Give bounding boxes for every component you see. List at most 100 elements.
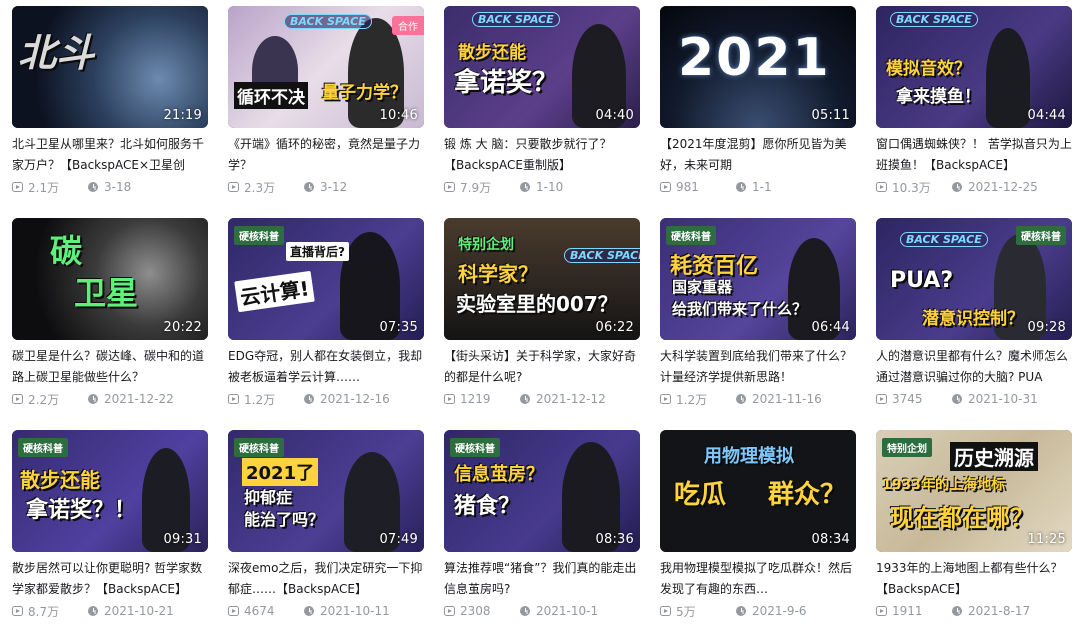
thumbnail-caption: 现在都在哪？ bbox=[890, 504, 1034, 532]
video-stats: 1.2万 2021-11-16 bbox=[660, 390, 856, 408]
upload-date: 3-12 bbox=[320, 180, 348, 194]
channel-logo: BACK SPACE bbox=[284, 14, 372, 29]
view-count: 2.2万 bbox=[28, 392, 60, 407]
video-title[interactable]: 碳卫星是什么？碳达峰、碳中和的道路上碳卫星能做些什么？ bbox=[12, 346, 208, 388]
thumbnail-caption: 拿来摸鱼！ bbox=[896, 87, 981, 107]
video-title[interactable]: 1933年的上海地图上都有些什么？【BackspACE】 bbox=[876, 558, 1072, 600]
play-count-icon bbox=[444, 182, 455, 192]
video-duration: 10:46 bbox=[379, 108, 418, 123]
video-stats: 10.3万 2021-12-25 bbox=[876, 178, 1072, 196]
clock-icon bbox=[88, 182, 98, 192]
video-title[interactable]: 大科学装置到底给我们带来了什么？计量经济学提供新思路！ bbox=[660, 346, 856, 388]
video-card[interactable]: BACK SPACE 合作 循环不决 量子力学？ 10:46 《开端》循环的秘密… bbox=[228, 6, 424, 196]
video-title[interactable]: 锻 炼 大 脑：只要散步就行了？【BackspACE重制版】 bbox=[444, 134, 640, 176]
video-title[interactable]: 我用物理模型模拟了吃瓜群众！然后发现了有趣的东西… bbox=[660, 558, 856, 600]
video-card[interactable]: BACK SPACE 模拟音效？ 拿来摸鱼！ 04:44 窗口偶遇蜘蛛侠？！ 苦… bbox=[876, 6, 1072, 196]
video-card[interactable]: 硬核科普 散步还能 拿诺奖？！ 09:31 散步居然可以让你更聪明? 哲学家数学… bbox=[12, 430, 208, 620]
video-duration: 08:36 bbox=[595, 532, 634, 547]
video-title[interactable]: 【2021年度混剪】愿你所见皆为美好，未来可期 bbox=[660, 134, 856, 176]
video-title[interactable]: 【街头采访】关于科学家，大家好奇的都是什么呢? bbox=[444, 346, 640, 388]
video-title[interactable]: EDG夺冠，别人都在女装倒立，我却被老板逼着学云计算…… bbox=[228, 346, 424, 388]
video-thumbnail[interactable]: 硬核科普 耗资百亿 国家重器 给我们带来了什么？ 06:44 bbox=[660, 218, 856, 340]
category-tag: 硬核科普 bbox=[450, 438, 500, 457]
video-stats: 1911 2021-8-17 bbox=[876, 602, 1072, 620]
upload-date: 2021-10-11 bbox=[320, 604, 390, 618]
thumbnail-caption: 潜意识控制？ bbox=[922, 309, 1024, 329]
video-card[interactable]: 碳 卫星 20:22 碳卫星是什么？碳达峰、碳中和的道路上碳卫星能做些什么？ 2… bbox=[12, 218, 208, 408]
video-duration: 05:11 bbox=[811, 108, 850, 123]
play-count-icon bbox=[228, 182, 239, 192]
thumbnail-caption: 实验室里的007？ bbox=[456, 292, 618, 316]
video-stats: 1219 2021-12-12 bbox=[444, 390, 640, 408]
video-card[interactable]: 2021 05:11 【2021年度混剪】愿你所见皆为美好，未来可期 981 1… bbox=[660, 6, 856, 196]
clock-icon bbox=[304, 394, 314, 404]
video-stats: 981 1-1 bbox=[660, 178, 856, 196]
video-card[interactable]: 用物理模拟 吃瓜 群众？ 08:34 我用物理模型模拟了吃瓜群众！然后发现了有趣… bbox=[660, 430, 856, 620]
thumbnail-caption: 国家重器 bbox=[672, 278, 733, 296]
clock-icon bbox=[520, 606, 530, 616]
clock-icon bbox=[736, 606, 746, 616]
video-title[interactable]: 深夜emo之后，我们决定研究一下抑郁症……【BackspACE】 bbox=[228, 558, 424, 600]
thumbnail-caption: 2021了 bbox=[242, 458, 319, 486]
video-card[interactable]: 硬核科普 直播背后? 云计算! 07:35 EDG夺冠，别人都在女装倒立，我却被… bbox=[228, 218, 424, 408]
category-tag: 硬核科普 bbox=[234, 438, 284, 457]
video-thumbnail[interactable]: BACK SPACE 模拟音效？ 拿来摸鱼！ 04:44 bbox=[876, 6, 1072, 128]
video-title[interactable]: 窗口偶遇蜘蛛侠？！ 苦学拟音只为上班摸鱼！【BackspACE】 bbox=[876, 134, 1072, 176]
play-count-icon bbox=[12, 394, 23, 404]
video-card[interactable]: BACK SPACE 散步还能 拿诺奖？ 04:40 锻 炼 大 脑：只要散步就… bbox=[444, 6, 640, 196]
clock-icon bbox=[736, 182, 746, 192]
thumbnail-caption: 1933年的上海地标 bbox=[882, 477, 1005, 493]
clock-icon bbox=[88, 394, 98, 404]
collab-badge: 合作 bbox=[392, 16, 424, 35]
video-title[interactable]: 算法推荐喂“猪食”？我们真的能走出信息茧房吗? bbox=[444, 558, 640, 600]
video-thumbnail[interactable]: BACK SPACE 散步还能 拿诺奖？ 04:40 bbox=[444, 6, 640, 128]
video-thumbnail[interactable]: 特别企划 历史溯源 1933年的上海地标 现在都在哪？ 11:25 bbox=[876, 430, 1072, 552]
thumbnail-caption: 猪食？ bbox=[454, 494, 521, 519]
view-count: 1.2万 bbox=[676, 392, 708, 407]
video-duration: 06:44 bbox=[811, 320, 850, 335]
video-thumbnail[interactable]: 硬核科普 直播背后? 云计算! 07:35 bbox=[228, 218, 424, 340]
video-thumbnail[interactable]: 用物理模拟 吃瓜 群众？ 08:34 bbox=[660, 430, 856, 552]
view-count: 3745 bbox=[892, 392, 923, 406]
video-card[interactable]: 硬核科普 信息茧房？ 猪食？ 08:36 算法推荐喂“猪食”？我们真的能走出信息… bbox=[444, 430, 640, 620]
video-thumbnail[interactable]: BACK SPACE 硬核科普 PUA? 潜意识控制？ 09:28 bbox=[876, 218, 1072, 340]
video-card[interactable]: 硬核科普 2021了 抑郁症 能治了吗？ 07:49 深夜emo之后，我们决定研… bbox=[228, 430, 424, 620]
play-count-icon bbox=[228, 394, 239, 404]
video-card[interactable]: 硬核科普 耗资百亿 国家重器 给我们带来了什么？ 06:44 大科学装置到底给我… bbox=[660, 218, 856, 408]
video-duration: 08:34 bbox=[811, 532, 850, 547]
video-stats: 5万 2021-9-6 bbox=[660, 602, 856, 620]
upload-date: 3-18 bbox=[104, 180, 132, 194]
video-thumbnail[interactable]: 2021 05:11 bbox=[660, 6, 856, 128]
video-duration: 09:28 bbox=[1027, 320, 1066, 335]
video-thumbnail[interactable]: 硬核科普 散步还能 拿诺奖？！ 09:31 bbox=[12, 430, 208, 552]
category-tag: 硬核科普 bbox=[18, 438, 68, 457]
view-count: 5万 bbox=[676, 604, 696, 619]
video-thumbnail[interactable]: BACK SPACE 特别企划 科学家？ 实验室里的007？ 06:22 bbox=[444, 218, 640, 340]
thumbnail-caption: 2021 bbox=[678, 28, 831, 88]
video-title[interactable]: 北斗卫星从哪里来？北斗如何服务千家万户？【BackspACE×卫星创 bbox=[12, 134, 208, 176]
video-title[interactable]: 散步居然可以让你更聪明? 哲学家数学家都爱散步？【BackspACE】 bbox=[12, 558, 208, 600]
thumbnail-caption: 拿诺奖？！ bbox=[26, 498, 137, 523]
video-card[interactable]: 特别企划 历史溯源 1933年的上海地标 现在都在哪？ 11:25 1933年的… bbox=[876, 430, 1072, 620]
video-card[interactable]: BACK SPACE 硬核科普 PUA? 潜意识控制？ 09:28 人的潜意识里… bbox=[876, 218, 1072, 408]
video-duration: 06:22 bbox=[595, 320, 634, 335]
video-thumbnail[interactable]: 硬核科普 信息茧房？ 猪食？ 08:36 bbox=[444, 430, 640, 552]
video-title[interactable]: 《开端》循环的秘密，竟然是量子力学？ bbox=[228, 134, 424, 176]
thumbnail-caption: 北斗 bbox=[18, 31, 95, 75]
play-count-icon bbox=[228, 606, 239, 616]
video-card[interactable]: 北斗 21:19 北斗卫星从哪里来？北斗如何服务千家万户？【BackspACE×… bbox=[12, 6, 208, 196]
thumbnail-caption: 特别企划 bbox=[458, 237, 514, 253]
video-thumbnail[interactable]: BACK SPACE 合作 循环不决 量子力学？ 10:46 bbox=[228, 6, 424, 128]
video-thumbnail[interactable]: 北斗 21:19 bbox=[12, 6, 208, 128]
clock-icon bbox=[304, 182, 314, 192]
view-count: 1911 bbox=[892, 604, 923, 618]
video-thumbnail[interactable]: 硬核科普 2021了 抑郁症 能治了吗？ 07:49 bbox=[228, 430, 424, 552]
video-card[interactable]: BACK SPACE 特别企划 科学家？ 实验室里的007？ 06:22 【街头… bbox=[444, 218, 640, 408]
thumbnail-caption: 模拟音效？ bbox=[886, 59, 971, 79]
video-title[interactable]: 人的潜意识里都有什么？魔术师怎么通过潜意识骗过你的大脑? PUA bbox=[876, 346, 1072, 388]
thumbnail-caption: 碳 bbox=[50, 232, 83, 270]
video-stats: 2.1万 3-18 bbox=[12, 178, 208, 196]
upload-date: 2021-9-6 bbox=[752, 604, 807, 618]
view-count: 2308 bbox=[460, 604, 491, 618]
video-thumbnail[interactable]: 碳 卫星 20:22 bbox=[12, 218, 208, 340]
